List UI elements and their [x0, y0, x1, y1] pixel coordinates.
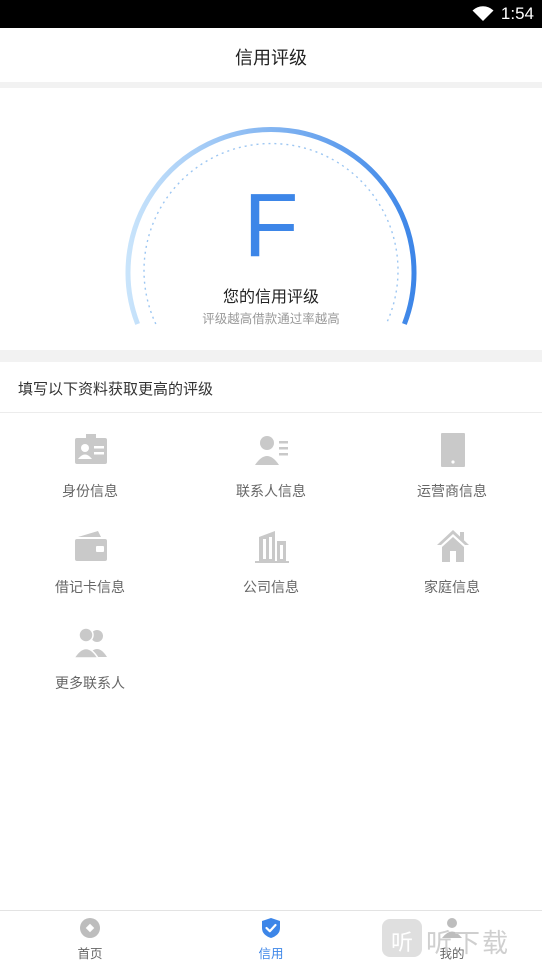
section-header: 填写以下资料获取更高的评级: [0, 362, 542, 413]
phone-icon: [441, 433, 465, 467]
id-card-icon: [75, 434, 107, 464]
section-title: 填写以下资料获取更高的评级: [18, 380, 214, 398]
title-bar: 信用评级: [0, 28, 542, 82]
credit-grade: F: [243, 176, 299, 276]
watermark-badge: 听: [390, 931, 413, 956]
item-contact-info[interactable]: 联系人信息: [181, 413, 361, 509]
item-carrier-info[interactable]: 运营商信息: [362, 413, 542, 509]
tab-credit[interactable]: 信用: [181, 911, 361, 965]
home-icon: [437, 530, 469, 562]
credit-rating-gauge: F 您的信用评级 评级越高借款通过率越高: [0, 88, 542, 350]
contact-icon: [255, 436, 288, 465]
item-id-info[interactable]: 身份信息: [0, 413, 180, 509]
credit-grade-label: 您的信用评级: [222, 287, 319, 306]
divider: [0, 350, 542, 362]
item-family-info[interactable]: 家庭信息: [362, 509, 542, 605]
shield-check-icon: [262, 918, 280, 938]
home-tab-icon: [80, 918, 100, 938]
tab-home[interactable]: 首页: [0, 911, 180, 965]
item-label: 身份信息: [62, 484, 118, 500]
item-company-info[interactable]: 公司信息: [181, 509, 361, 605]
page-title: 信用评级: [235, 48, 307, 69]
status-bar: 1:54: [0, 0, 542, 28]
item-label: 公司信息: [243, 580, 299, 596]
watermark-text: 听下载: [426, 929, 511, 959]
item-label: 家庭信息: [424, 580, 480, 596]
item-debit-card-info[interactable]: 借记卡信息: [0, 509, 180, 605]
wifi-icon: [472, 6, 494, 21]
watermark-logo: 听: [382, 919, 422, 957]
people-icon: [74, 627, 107, 659]
item-label: 运营商信息: [417, 484, 487, 500]
tab-label: 信用: [258, 946, 284, 961]
item-label: 更多联系人: [55, 676, 125, 692]
item-label: 联系人信息: [236, 484, 306, 500]
building-icon: [255, 531, 289, 563]
status-time: 1:54: [500, 4, 534, 23]
item-label: 借记卡信息: [55, 580, 125, 596]
tab-label: 首页: [77, 946, 103, 961]
card-icon: [75, 531, 107, 561]
watermark: 听 听下载: [380, 915, 540, 960]
credit-grade-subtitle: 评级越高借款通过率越高: [202, 311, 340, 326]
item-more-contacts[interactable]: 更多联系人: [0, 605, 180, 701]
